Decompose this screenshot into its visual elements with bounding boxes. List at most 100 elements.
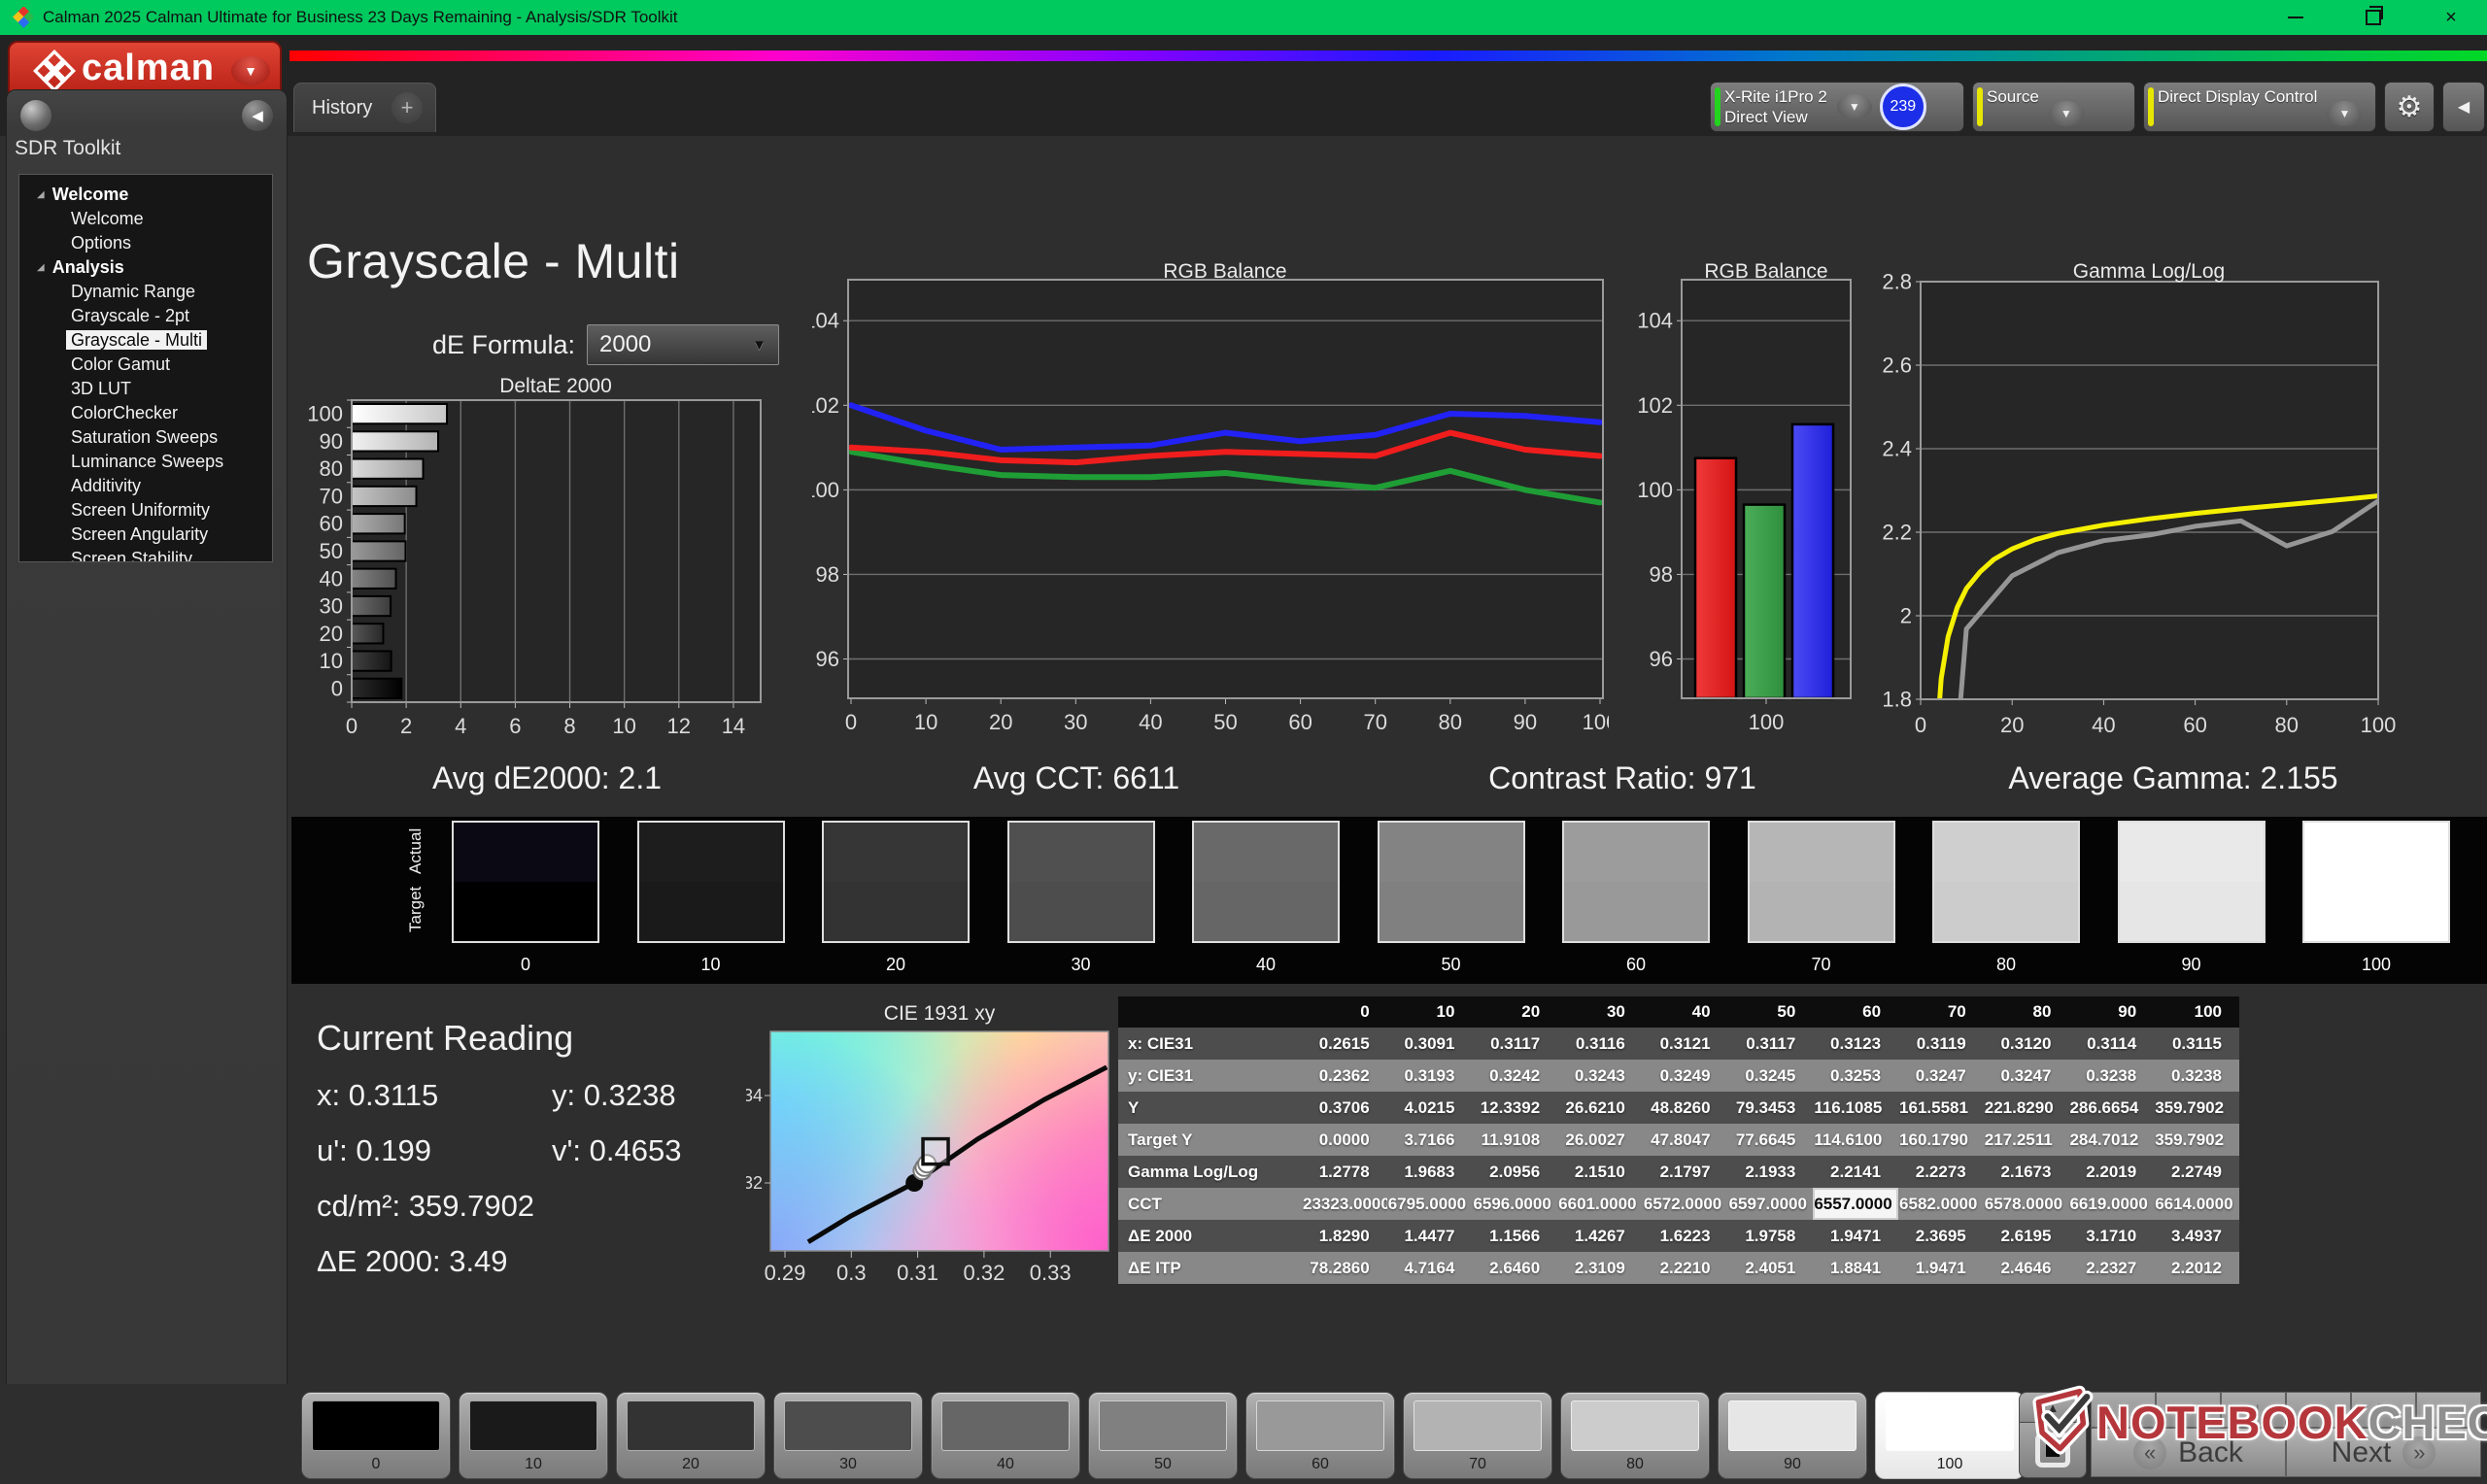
stop-measure-button[interactable] — [2019, 1423, 2087, 1478]
pattern-button-10[interactable]: 10 — [459, 1392, 608, 1479]
svg-text:102: 102 — [812, 393, 839, 418]
sidebar-orb-button[interactable] — [20, 100, 51, 131]
svg-text:96: 96 — [816, 647, 839, 671]
pattern-button-40[interactable]: 40 — [931, 1392, 1080, 1479]
pattern-button-80[interactable]: 80 — [1560, 1392, 1710, 1479]
chevron-down-icon[interactable]: ▼ — [1837, 94, 1872, 119]
loop-tool-icon[interactable]: ∞ — [2286, 1392, 2351, 1428]
back-button[interactable]: « Back — [2091, 1428, 2286, 1477]
stop-tool-icon[interactable]: ◼ — [2091, 1392, 2156, 1428]
de-formula-select[interactable]: 2000 ▼ — [587, 324, 779, 365]
svg-text:0: 0 — [845, 710, 857, 734]
chart-title: RGB Balance — [1163, 260, 1286, 284]
actual-patch — [639, 823, 783, 882]
chevron-down-icon[interactable]: ▼ — [2327, 101, 2362, 126]
play-tool-icon[interactable]: ▶ — [2156, 1392, 2221, 1428]
target-patch — [1194, 882, 1338, 941]
actual-patch — [1194, 823, 1338, 882]
sidebar-collapse-button[interactable]: ◀ — [242, 100, 273, 131]
navigation-panel: ◼▶⊔∞↻ « Back Next » — [2091, 1392, 2481, 1477]
swatch-level-label: 20 — [822, 955, 970, 975]
sidebar-item-3d-lut[interactable]: 3D LUT — [19, 377, 272, 401]
svg-text:0.32: 0.32 — [746, 1173, 763, 1193]
pattern-button-60[interactable]: 60 — [1245, 1392, 1395, 1479]
table-row-e-2000: ΔE 20001.82901.44771.15661.42671.62231.9… — [1118, 1220, 2239, 1252]
pattern-button-100[interactable]: 100 — [1875, 1392, 2025, 1479]
sidebar-item-grayscale-2pt[interactable]: Grayscale - 2pt — [19, 304, 272, 328]
levels-tool-icon[interactable]: ⊔ — [2221, 1392, 2286, 1428]
sidebar-item-luminance-sweeps[interactable]: Luminance Sweeps — [19, 450, 272, 474]
sidebar-item-saturation-sweeps[interactable]: Saturation Sweeps — [19, 425, 272, 450]
svg-text:10: 10 — [914, 710, 937, 734]
refresh-tool-icon[interactable]: ↻ — [2351, 1392, 2416, 1428]
svg-text:6: 6 — [509, 714, 521, 738]
target-patch — [1750, 882, 1893, 941]
plus-icon: + — [392, 92, 423, 123]
svg-text:40: 40 — [1139, 710, 1162, 734]
sidebar-item-additivity[interactable]: Additivity — [19, 474, 272, 498]
table-row-y-cie31: y: CIE310.23620.31930.32420.32430.32490.… — [1118, 1060, 2239, 1092]
meter-select[interactable]: X-Rite i1Pro 2Direct View ▼ 239 — [1710, 82, 1964, 132]
empty-tool-icon[interactable] — [2416, 1392, 2481, 1428]
actual-patch — [2120, 823, 2264, 882]
svg-text:0.33: 0.33 — [1030, 1261, 1072, 1285]
calman-window: Calman 2025 Calman Ultimate for Business… — [0, 0, 2487, 1484]
table-row-gamma-log-log: Gamma Log/Log1.27781.96832.09562.15102.1… — [1118, 1156, 2239, 1188]
settings-button[interactable]: ⚙ — [2384, 82, 2435, 132]
swatch-level-40: 40 — [1192, 821, 1340, 975]
pattern-button-30[interactable]: 30 — [773, 1392, 923, 1479]
swatch-level-20: 20 — [822, 821, 970, 975]
meter-status-stripe — [1715, 87, 1720, 126]
source-select[interactable]: Source ▼ — [1972, 82, 2135, 132]
sidebar-section-analysis[interactable]: ◢Analysis — [19, 255, 272, 280]
de-formula-label: dE Formula: — [321, 330, 575, 360]
sidebar-item-screen-stability[interactable]: Screen Stability — [19, 547, 272, 562]
pattern-window-raise-button[interactable]: ▲ — [2019, 1392, 2087, 1423]
svg-text:104: 104 — [812, 309, 839, 333]
sidebar-item-grayscale-multi[interactable]: Grayscale - Multi — [19, 328, 272, 353]
calman-app-icon — [12, 7, 33, 28]
sidebar-item-screen-angularity[interactable]: Screen Angularity — [19, 523, 272, 547]
restore-button[interactable] — [2363, 7, 2384, 28]
actual-row-label: Actual — [406, 823, 431, 879]
actual-patch — [824, 823, 968, 882]
svg-text:2.4: 2.4 — [1882, 437, 1912, 461]
sidebar-item-welcome[interactable]: Welcome — [19, 207, 272, 231]
target-patch — [1009, 882, 1153, 941]
svg-text:100: 100 — [2361, 713, 2397, 737]
pattern-button-50[interactable]: 50 — [1088, 1392, 1238, 1479]
swatch-level-label: 60 — [1562, 955, 1710, 975]
sidebar-item-options[interactable]: Options — [19, 231, 272, 255]
sidebar-item-color-gamut[interactable]: Color Gamut — [19, 353, 272, 377]
current-reading-panel: Current Reading x: 0.3115y: 0.3238 u': 0… — [317, 1018, 787, 1299]
svg-text:100: 100 — [1749, 710, 1785, 734]
chevron-down-icon[interactable]: ▼ — [2049, 101, 2084, 126]
sidebar-item-colorchecker[interactable]: ColorChecker — [19, 401, 272, 425]
pattern-button-70[interactable]: 70 — [1403, 1392, 1552, 1479]
stat-avg-gamma: Average Gamma: 2.155 — [2008, 760, 2337, 796]
gear-icon: ⚙ — [2397, 90, 2423, 124]
add-tab-button[interactable]: + — [379, 83, 436, 132]
display-control-select[interactable]: Direct Display Control ▼ — [2143, 82, 2376, 132]
chevron-down-icon[interactable]: ▼ — [231, 56, 270, 85]
collapse-panel-button[interactable]: ◀ — [2442, 82, 2485, 132]
close-button[interactable]: × — [2440, 7, 2462, 28]
swatch-level-label: 40 — [1192, 955, 1340, 975]
tree-expanded-icon: ◢ — [37, 262, 45, 273]
next-button[interactable]: Next » — [2286, 1428, 2481, 1477]
pattern-button-0[interactable]: 0 — [301, 1392, 451, 1479]
swatch-level-label: 80 — [1932, 955, 2080, 975]
svg-text:80: 80 — [1439, 710, 1462, 734]
target-row-label: Target — [406, 881, 431, 937]
minimize-button[interactable] — [2285, 7, 2306, 28]
pattern-button-90[interactable]: 90 — [1718, 1392, 1867, 1479]
sidebar-item-dynamic-range[interactable]: Dynamic Range — [19, 280, 272, 304]
sidebar-section-welcome[interactable]: ◢Welcome — [19, 183, 272, 207]
svg-text:30: 30 — [320, 594, 343, 619]
measurement-table: 0102030405060708090100x: CIE310.26150.30… — [1118, 996, 2239, 1284]
target-patch — [2304, 882, 2448, 941]
svg-text:50: 50 — [1213, 710, 1237, 734]
pattern-button-20[interactable]: 20 — [616, 1392, 766, 1479]
sidebar-item-screen-uniformity[interactable]: Screen Uniformity — [19, 498, 272, 523]
table-row-x-cie31: x: CIE310.26150.30910.31170.31160.31210.… — [1118, 1028, 2239, 1060]
